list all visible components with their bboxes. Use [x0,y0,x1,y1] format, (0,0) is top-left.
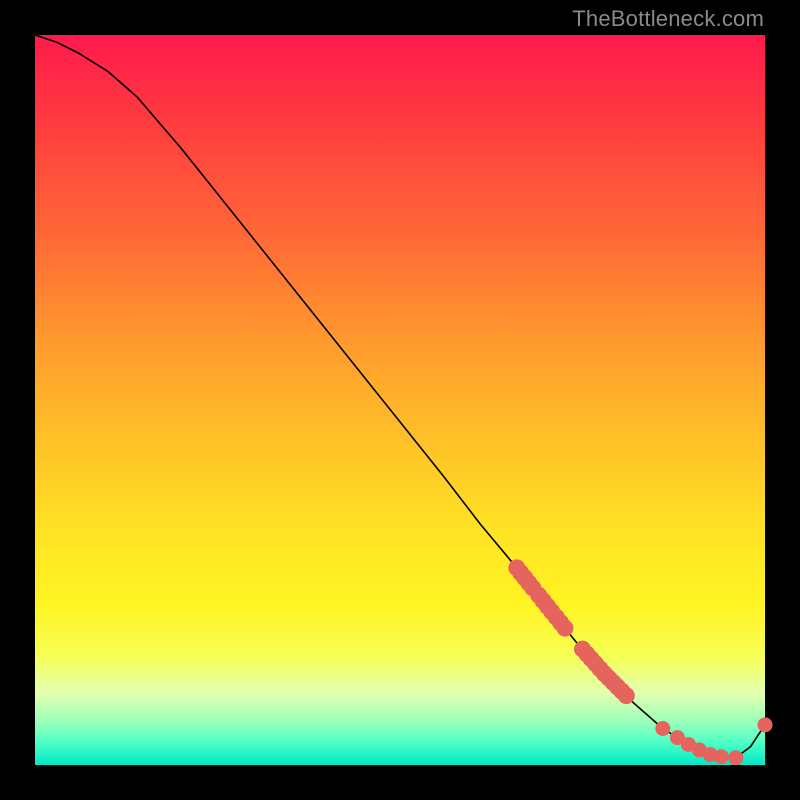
data-point [758,717,773,732]
data-point [655,721,670,736]
data-point [714,749,729,764]
data-dots [508,559,772,765]
bottleneck-curve [35,35,765,758]
data-point [728,750,743,765]
data-point [556,620,573,637]
plot-area [35,35,765,765]
chart-stage: TheBottleneck.com [0,0,800,800]
attribution-label: TheBottleneck.com [572,6,764,32]
data-point [618,687,635,704]
chart-svg [35,35,765,765]
